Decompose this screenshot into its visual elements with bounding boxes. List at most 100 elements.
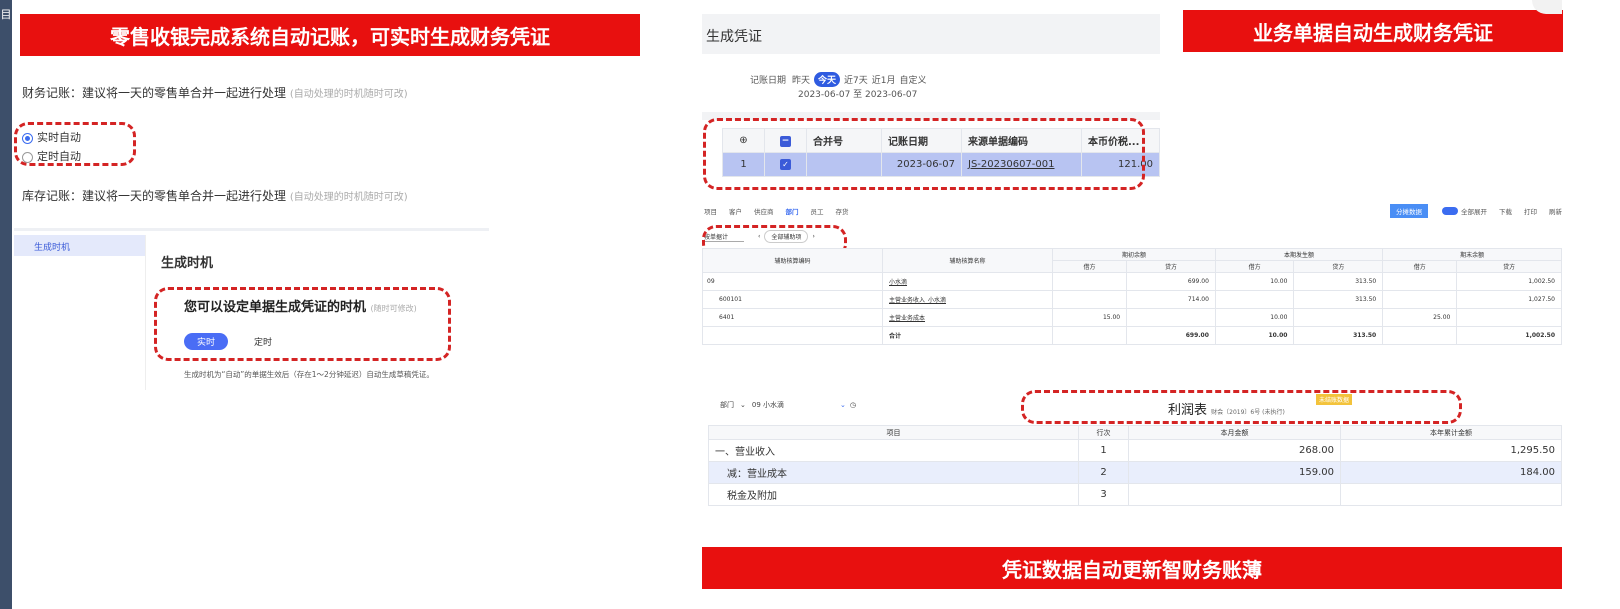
row-code: 600101 bbox=[702, 290, 883, 309]
right-top-banner: 业务单据自动生成财务凭证 bbox=[1183, 10, 1563, 52]
expand-toggle[interactable] bbox=[1442, 207, 1458, 215]
inventory-setting-hint: (自动处理的时机随时可改) bbox=[289, 192, 408, 203]
refresh-button[interactable]: 刷新 bbox=[1549, 206, 1562, 216]
row-month bbox=[1128, 483, 1341, 506]
row-value: 313.50 bbox=[1293, 290, 1384, 309]
row-value: 10.00 bbox=[1214, 308, 1295, 327]
total-value bbox=[1051, 326, 1128, 345]
head-closing: 期末余额 bbox=[1382, 248, 1562, 261]
total-value: 1,002.50 bbox=[1456, 326, 1562, 345]
tab-department[interactable]: 部门 bbox=[786, 206, 799, 216]
row-value: 15.00 bbox=[1051, 308, 1128, 327]
panel-title: 生成时机 bbox=[161, 256, 214, 271]
table-row[interactable]: 600101 主营业务收入_小水滴 714.00 313.50 1,027.50 bbox=[702, 290, 1562, 309]
row-value bbox=[1051, 290, 1128, 309]
row-name-link[interactable]: 主营业务收入_小水滴 bbox=[882, 290, 1053, 309]
row-value bbox=[1214, 290, 1295, 309]
table-row[interactable]: 税金及附加 3 bbox=[708, 483, 1562, 506]
row-month: 159.00 bbox=[1128, 461, 1341, 484]
nav-item-timing[interactable]: 生成时机 bbox=[14, 235, 145, 256]
row-value bbox=[1293, 308, 1384, 327]
table-row[interactable]: 6401 主营业务成本 15.00 10.00 25.00 bbox=[702, 308, 1562, 327]
profit-table: 项目 行次 本月金额 本年累计金额 一、营业收入 1 268.00 1,295.50 减… bbox=[708, 425, 1562, 506]
date-opt-custom[interactable]: 自定义 bbox=[900, 73, 927, 86]
row-value: 313.50 bbox=[1293, 272, 1384, 291]
table-row[interactable]: 一、营业收入 1 268.00 1,295.50 bbox=[708, 439, 1562, 462]
inventory-setting-label: 库存记账：建议将一天的零售单合并一起进行处理 bbox=[22, 189, 287, 203]
row-code: 6401 bbox=[702, 308, 883, 327]
voucher-title: 生成凭证 bbox=[706, 29, 762, 45]
ledger-table: 辅助核算编码 辅助核算名称 期初余额 本期发生额 期末余额 借方 贷方 借方 贷… bbox=[702, 248, 1562, 345]
row-value: 1,027.50 bbox=[1456, 290, 1562, 309]
finance-setting-label: 财务记账：建议将一天的零售单合并一起进行处理 bbox=[22, 86, 287, 100]
highlight-box-timing bbox=[154, 287, 451, 361]
chevron-down-icon: ⌄ bbox=[840, 401, 846, 409]
left-edge-strip: 目 bbox=[0, 0, 12, 609]
tab-employee[interactable]: 员工 bbox=[811, 206, 824, 216]
inventory-setting-row: 库存记账：建议将一天的零售单合并一起进行处理 (自动处理的时机随时可改) bbox=[22, 187, 408, 204]
tab-project[interactable]: 项目 bbox=[704, 206, 717, 216]
row-value: 714.00 bbox=[1126, 290, 1216, 309]
apportion-button[interactable]: 分摊数据 bbox=[1390, 204, 1428, 218]
total-row: 合计 699.00 10.00 313.50 1,002.50 bbox=[702, 326, 1562, 345]
sub-debit: 借方 bbox=[1051, 260, 1128, 273]
right-bottom-banner: 凭证数据自动更新智财务账薄 bbox=[702, 547, 1562, 589]
row-value bbox=[1456, 308, 1562, 327]
date-opt-1month[interactable]: 近1月 bbox=[872, 73, 896, 86]
head-aux-name: 辅助核算名称 bbox=[882, 248, 1053, 273]
col-item: 项目 bbox=[708, 425, 1079, 440]
row-year: 184.00 bbox=[1340, 461, 1562, 484]
download-button[interactable]: 下载 bbox=[1499, 206, 1512, 216]
highlight-box-profit bbox=[1021, 390, 1462, 424]
date-opt-today[interactable]: 今天 bbox=[814, 72, 841, 87]
tab-customer[interactable]: 客户 bbox=[729, 206, 742, 216]
head-opening: 期初余额 bbox=[1052, 248, 1216, 261]
date-opt-yesterday[interactable]: 昨天 bbox=[792, 73, 810, 86]
dept-selector[interactable]: 部门 ⌄ 09 小水滴 ⌄ ◷ bbox=[720, 400, 856, 410]
row-item: 税金及附加 bbox=[708, 483, 1079, 506]
sub-credit: 贷方 bbox=[1293, 260, 1384, 273]
col-line: 行次 bbox=[1078, 425, 1129, 440]
total-value bbox=[1382, 326, 1458, 345]
date-filter: 记账日期 昨天 今天 近7天 近1月 自定义 2023-06-07 至 2023… bbox=[750, 72, 927, 100]
tab-supplier[interactable]: 供应商 bbox=[754, 206, 774, 216]
col-year: 本年累计金额 bbox=[1340, 425, 1562, 440]
col-month: 本月金额 bbox=[1128, 425, 1341, 440]
highlight-box-radio bbox=[14, 122, 136, 166]
finance-setting-row: 财务记账：建议将一天的零售单合并一起进行处理 (自动处理的时机随时可改) bbox=[22, 84, 408, 101]
print-button[interactable]: 打印 bbox=[1524, 206, 1537, 216]
total-label: 合计 bbox=[882, 326, 1053, 345]
head-period: 本期发生额 bbox=[1214, 248, 1384, 261]
total-value: 313.50 bbox=[1293, 326, 1384, 345]
row-name-link[interactable]: 主营业务成本 bbox=[882, 308, 1053, 327]
total-value: 699.00 bbox=[1126, 326, 1216, 345]
voucher-header-bar: 生成凭证 bbox=[702, 14, 1160, 54]
expand-label: 全部展开 bbox=[1461, 208, 1487, 216]
sub-debit: 借方 bbox=[1214, 260, 1295, 273]
row-code: 09 bbox=[702, 272, 883, 291]
row-value bbox=[1051, 272, 1128, 291]
date-opt-7days[interactable]: 近7天 bbox=[844, 73, 868, 86]
dept-value: 09 小水滴 bbox=[751, 401, 785, 409]
row-value bbox=[1382, 290, 1458, 309]
timing-footnote: 生成时机为“自动”的单据生效后（存在1～2分钟延迟）自动生成草稿凭证。 bbox=[184, 370, 434, 379]
head-aux-code: 辅助核算编码 bbox=[702, 248, 883, 273]
tab-inventory[interactable]: 存货 bbox=[836, 206, 849, 216]
table-row[interactable]: 减：营业成本 2 159.00 184.00 bbox=[708, 461, 1562, 484]
row-value: 1,002.50 bbox=[1456, 272, 1562, 291]
row-line: 3 bbox=[1078, 483, 1129, 506]
total-value: 10.00 bbox=[1214, 326, 1295, 345]
table-row[interactable]: 09 小水滴 699.00 10.00 313.50 1,002.50 bbox=[702, 272, 1562, 291]
sub-debit: 借方 bbox=[1382, 260, 1458, 273]
finance-setting-hint: (自动处理的时机随时可改) bbox=[289, 89, 408, 100]
row-item: 一、营业收入 bbox=[708, 439, 1079, 462]
nav-divider bbox=[145, 235, 146, 390]
dept-label: 部门 bbox=[720, 401, 734, 409]
divider bbox=[14, 228, 489, 231]
ledger-toolbar: 项目 客户 供应商 部门 员工 存货 分摊数据 全部展开 下载 打印 刷新 bbox=[704, 204, 1562, 218]
chevron-down-icon: ⌄ bbox=[740, 401, 746, 409]
date-range: 2023-06-07 至 2023-06-07 bbox=[798, 90, 918, 100]
row-month: 268.00 bbox=[1128, 439, 1341, 462]
row-name-link[interactable]: 小水滴 bbox=[882, 272, 1053, 291]
info-icon[interactable]: ◷ bbox=[850, 401, 856, 409]
